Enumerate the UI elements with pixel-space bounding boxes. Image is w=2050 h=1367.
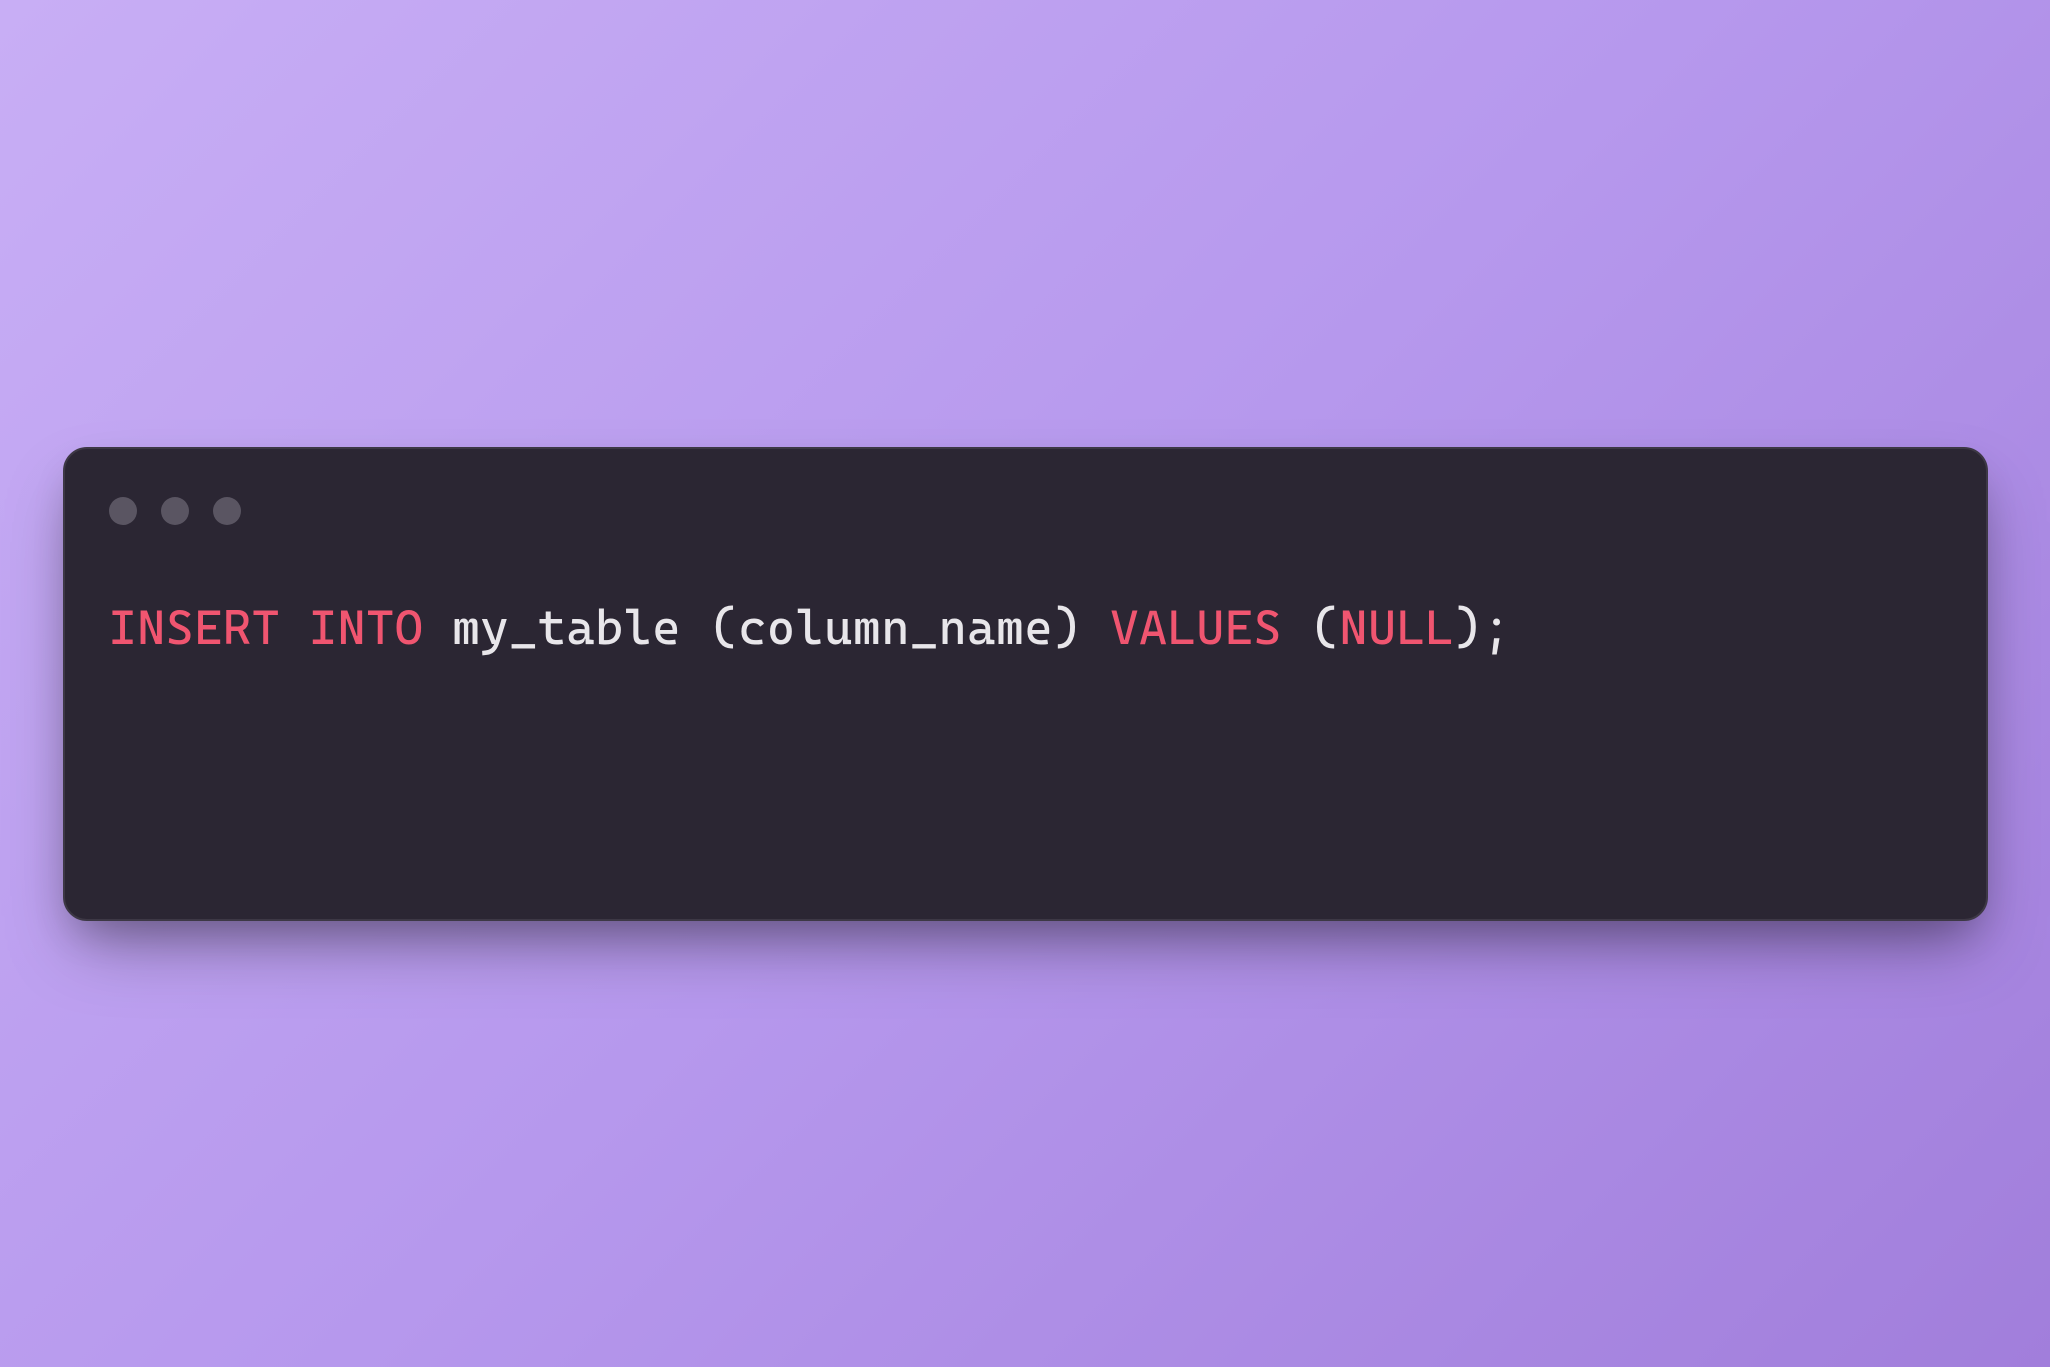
window-control-minimize[interactable] — [161, 497, 189, 525]
code-token-0: INSERT — [109, 600, 281, 656]
code-token-1 — [280, 600, 309, 656]
code-token-8: VALUES — [1110, 600, 1282, 656]
code-token-13: ; — [1483, 600, 1512, 656]
code-window: INSERT INTO my_table (column_name) VALUE… — [63, 447, 1988, 921]
code-token-5: column_name — [738, 600, 1053, 656]
code-token-10: ( — [1311, 600, 1340, 656]
window-control-close[interactable] — [109, 497, 137, 525]
code-token-2: INTO — [309, 600, 424, 656]
code-token-7 — [1082, 600, 1111, 656]
window-control-maximize[interactable] — [213, 497, 241, 525]
code-token-3: my_table — [423, 600, 709, 656]
window-controls — [109, 497, 1942, 525]
code-token-4: ( — [710, 600, 739, 656]
code-line: INSERT INTO my_table (column_name) VALUE… — [109, 595, 1942, 662]
code-token-12: ) — [1454, 600, 1483, 656]
code-token-11: NULL — [1339, 600, 1454, 656]
code-token-9 — [1282, 600, 1311, 656]
code-token-6: ) — [1053, 600, 1082, 656]
